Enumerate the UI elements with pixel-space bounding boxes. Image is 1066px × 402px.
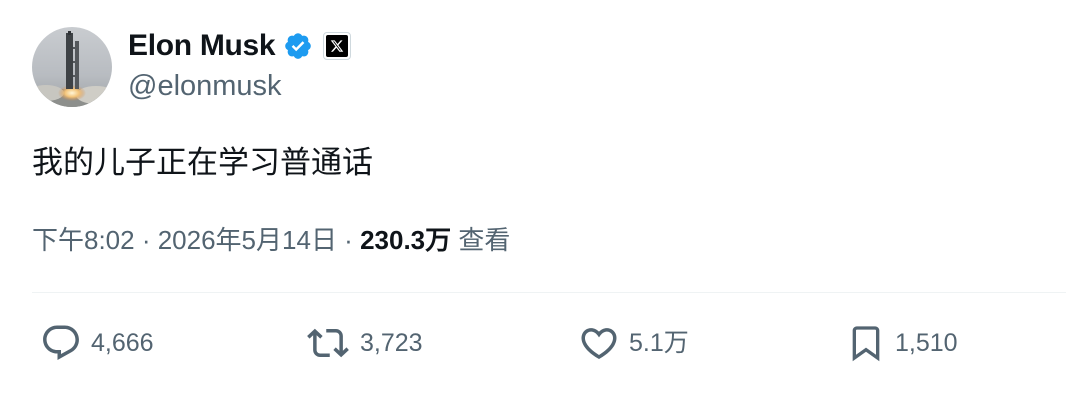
x-affiliate-badge[interactable] bbox=[323, 32, 352, 60]
heart-icon bbox=[578, 322, 620, 364]
retweet-count: 3,723 bbox=[360, 329, 423, 357]
rocket-launch-avatar-image bbox=[32, 27, 112, 107]
author-name-row: Elon Musk bbox=[128, 26, 352, 66]
tweet-text: 我的儿子正在学习普通话 bbox=[32, 145, 373, 181]
reply-count: 4,666 bbox=[91, 329, 154, 357]
tweet-date[interactable]: 2026年5月14日 bbox=[158, 225, 337, 255]
bookmark-count: 1,510 bbox=[895, 329, 958, 357]
views-count[interactable]: 230.3万 bbox=[360, 225, 451, 255]
tweet-card: Elon Musk @elonmusk 我的儿子正在学习普通话 下午8:02 ·… bbox=[0, 0, 1066, 402]
meta-separator: · bbox=[336, 225, 361, 255]
x-logo-icon bbox=[326, 35, 349, 57]
bookmark-icon bbox=[846, 322, 886, 364]
views-label[interactable]: 查看 bbox=[458, 225, 510, 255]
like-button[interactable]: 5.1万 bbox=[578, 322, 689, 364]
author-display-name[interactable]: Elon Musk bbox=[128, 26, 276, 66]
meta-separator: · bbox=[134, 225, 158, 255]
retweet-icon bbox=[305, 322, 351, 364]
tweet-time[interactable]: 下午8:02 bbox=[32, 225, 135, 255]
like-count: 5.1万 bbox=[629, 329, 689, 357]
retweet-button[interactable]: 3,723 bbox=[305, 322, 423, 364]
divider bbox=[32, 292, 1066, 293]
verified-badge-icon[interactable] bbox=[283, 31, 313, 61]
reply-button[interactable]: 4,666 bbox=[40, 322, 154, 364]
reply-icon bbox=[40, 322, 82, 364]
author-handle[interactable]: @elonmusk bbox=[128, 67, 282, 105]
avatar[interactable] bbox=[32, 27, 112, 107]
bookmark-button[interactable]: 1,510 bbox=[846, 322, 958, 364]
tweet-meta: 下午8:02 · 2026年5月14日 · 230.3万 查看 bbox=[32, 220, 510, 260]
